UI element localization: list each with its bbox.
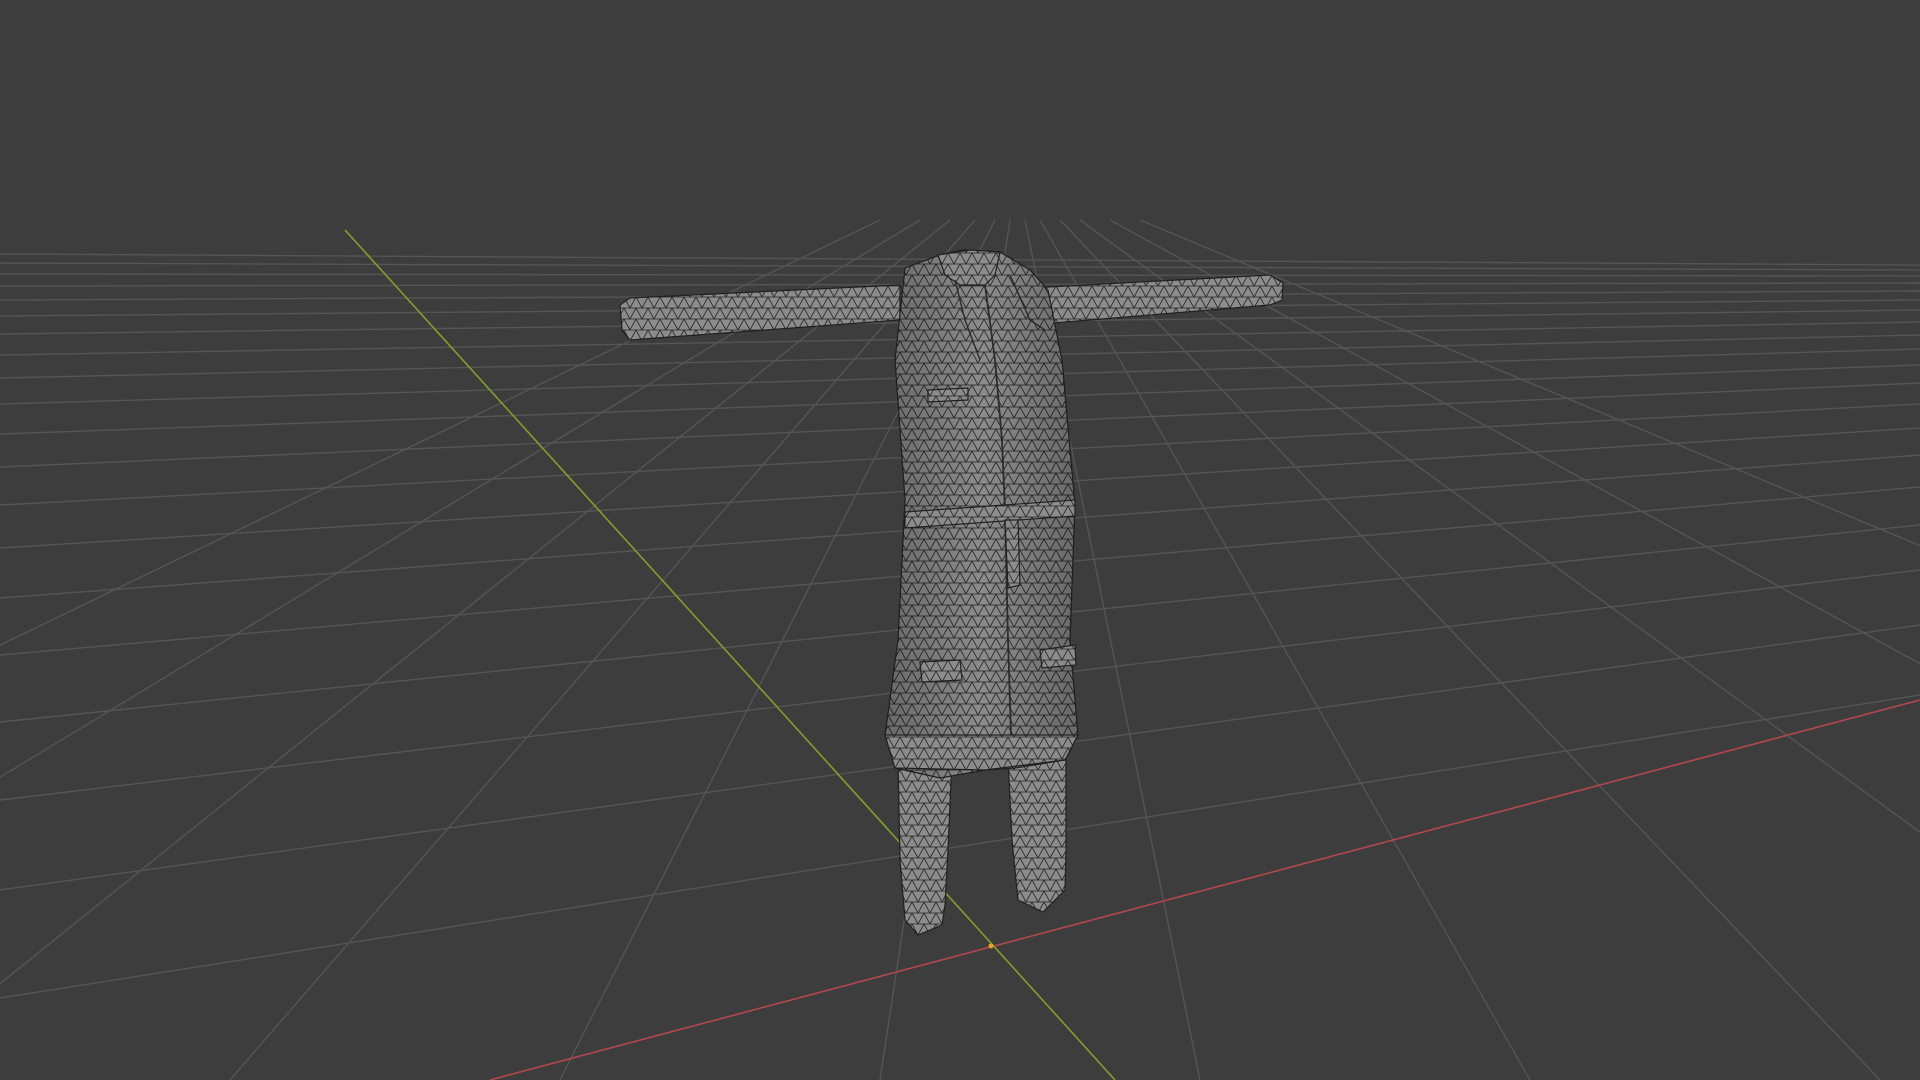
- x-axis-line: [489, 699, 1920, 1080]
- 3d-viewport[interactable]: [0, 0, 1920, 1080]
- viewport-canvas[interactable]: [0, 0, 1920, 1080]
- world-origin-marker: [988, 943, 994, 949]
